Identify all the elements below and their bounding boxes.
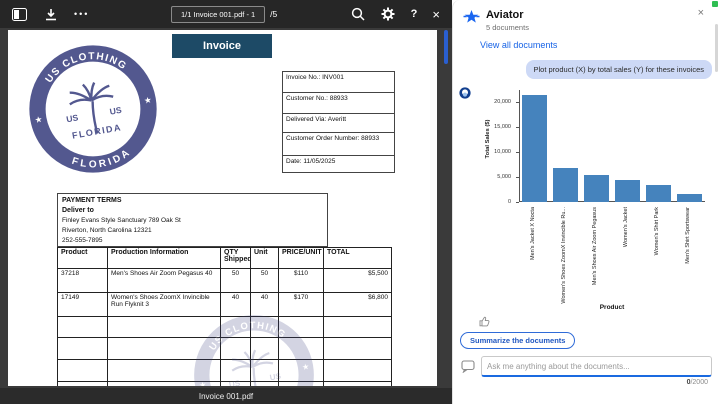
chart-bar [615,179,640,202]
y-tick-label: 20,000 [494,98,511,105]
deliver-phone: 252-555-7895 [62,237,103,244]
page-total-label: /5 [270,9,278,19]
aviator-logo-icon [463,10,480,23]
company-stamp [26,42,160,176]
y-axis-label: Total Sales ($) [485,119,491,159]
x-axis-label: Product [599,304,625,311]
invoice-info-box: Invoice No.: INV001 Customer No.: 88933 … [282,71,395,173]
y-tick-mark [516,102,519,103]
panel-close-icon[interactable]: × [698,8,704,19]
x-tick-label: Men's Shoes Air Zoom Pegasus [591,207,598,286]
invoice-number: Invoice No.: INV001 [283,72,394,93]
x-tick-label: Women's Jacket [622,207,629,248]
char-counter: 0/2000 [453,379,708,386]
deliver-address-2: Riverton, North Carolina 12321 [62,227,152,234]
table-cell: $5,500 [323,268,392,293]
chat-bubble-icon [461,360,475,373]
y-tick-label: 15,000 [494,123,511,130]
x-tick-label: Women's Shoes ZoomX Invincible Ru... [560,207,567,304]
payment-terms-title: PAYMENT TERMS [62,197,122,204]
assistant-avatar [459,87,471,99]
table-cell: $110 [278,268,324,293]
char-count-max: /2000 [690,379,708,386]
document-count: 5 documents [486,23,529,32]
app-window: ••• /5 ? × Invoice Invoice No.: INV001 [0,0,720,404]
help-icon[interactable]: ? [411,8,418,20]
chart-bar [646,184,671,202]
x-tick-label: Men's Jacket X Nocta [529,207,536,261]
settings-gear-icon[interactable] [381,7,395,21]
pdf-scrollbar-thumb[interactable] [444,30,448,64]
x-tick-label: Women's Shirt Park [653,207,660,256]
customer-number: Customer No.: 88933 [283,93,394,114]
pdf-toolbar: ••• /5 ? × [0,0,452,28]
more-options-icon[interactable]: ••• [74,9,89,19]
panel-header: Aviator 5 documents [453,0,720,32]
pdf-viewer: ••• /5 ? × Invoice Invoice No.: INV001 [0,0,452,404]
table-cell: 50 [250,268,279,293]
payment-terms-box: PAYMENT TERMS Deliver to Finley Evans St… [57,193,328,247]
table-cell: $6,800 [323,292,392,317]
feedback-row [479,314,720,327]
panel-scrollbar-thumb[interactable] [715,24,718,72]
viewer-close-icon[interactable]: × [432,7,440,22]
y-tick-mark [516,177,519,178]
table-header-cell: TOTAL [323,247,392,269]
y-tick-label: 5,000 [497,173,511,180]
table-cell: 50 [220,268,251,293]
user-message-bubble: Plot product (X) by total sales (Y) for … [525,60,712,79]
table-header-cell: QTY Shipped [220,247,251,269]
sales-bar-chart: Total Sales ($) 0 5,000 10,000 15,000 20,000 M… [475,84,711,312]
recording-indicator-dot [712,1,718,7]
aviator-panel: × Aviator 5 documents View all documents… [452,0,720,404]
y-tick-mark [516,127,519,128]
x-tick-label: Men's Shirt Sportswear [684,207,691,264]
deliver-address-1: Finley Evans Style Sanctuary 789 Oak St [62,217,181,224]
view-all-documents-link[interactable]: View all documents [480,40,720,50]
chart-bar [584,174,609,202]
table-cell: 17149 [57,292,108,317]
pdf-canvas: Invoice Invoice No.: INV001 Customer No.… [0,28,452,388]
table-header-cell: Unit [250,247,279,269]
table-header-cell: Product [57,247,108,269]
page-field-input[interactable] [171,5,266,23]
y-tick-label: 10,000 [494,148,511,155]
panel-title: Aviator [486,9,524,21]
delivered-via: Delivered Via: Averitt [283,114,394,133]
table-header-cell: Production Information [107,247,221,269]
chat-input-row [461,356,712,377]
pdf-page: Invoice Invoice No.: INV001 Customer No.… [8,30,437,386]
table-row: 37218 Men's Shoes Air Zoom Pegasus 40 50 50… [57,268,392,293]
download-icon[interactable] [44,8,58,21]
watermark-stamp [191,312,317,386]
chart-bar [553,168,578,202]
y-tick-mark [516,152,519,153]
y-tick-mark [516,202,519,203]
invoice-title: Invoice [172,34,272,58]
table-cell: 37218 [57,268,108,293]
assistant-response: Total Sales ($) 0 5,000 10,000 15,000 20,000 M… [453,84,720,312]
invoice-date: Date: 11/05/2025 [286,158,336,165]
chat-input[interactable] [481,356,712,377]
deliver-to-label: Deliver to [62,207,94,214]
thumbs-up-icon[interactable] [479,316,490,327]
chart-bar [522,94,547,202]
table-header-cell: PRICE/UNIT [278,247,324,269]
sidebar-toggle-icon[interactable] [12,7,27,21]
y-tick-label: 0 [507,198,511,205]
table-cell: Men's Shoes Air Zoom Pegasus 40 [107,268,221,293]
table-header-row: Product Production Information QTY Shipped… [57,247,392,269]
customer-order-number: Customer Order Number: 88933 [283,133,394,156]
chart-bar [677,193,702,202]
filename-label: Invoice 001.pdf [198,391,254,401]
pdf-footer: Invoice 001.pdf [0,388,452,404]
summarize-documents-button[interactable]: Summarize the documents [460,332,576,349]
search-icon[interactable] [351,7,365,21]
